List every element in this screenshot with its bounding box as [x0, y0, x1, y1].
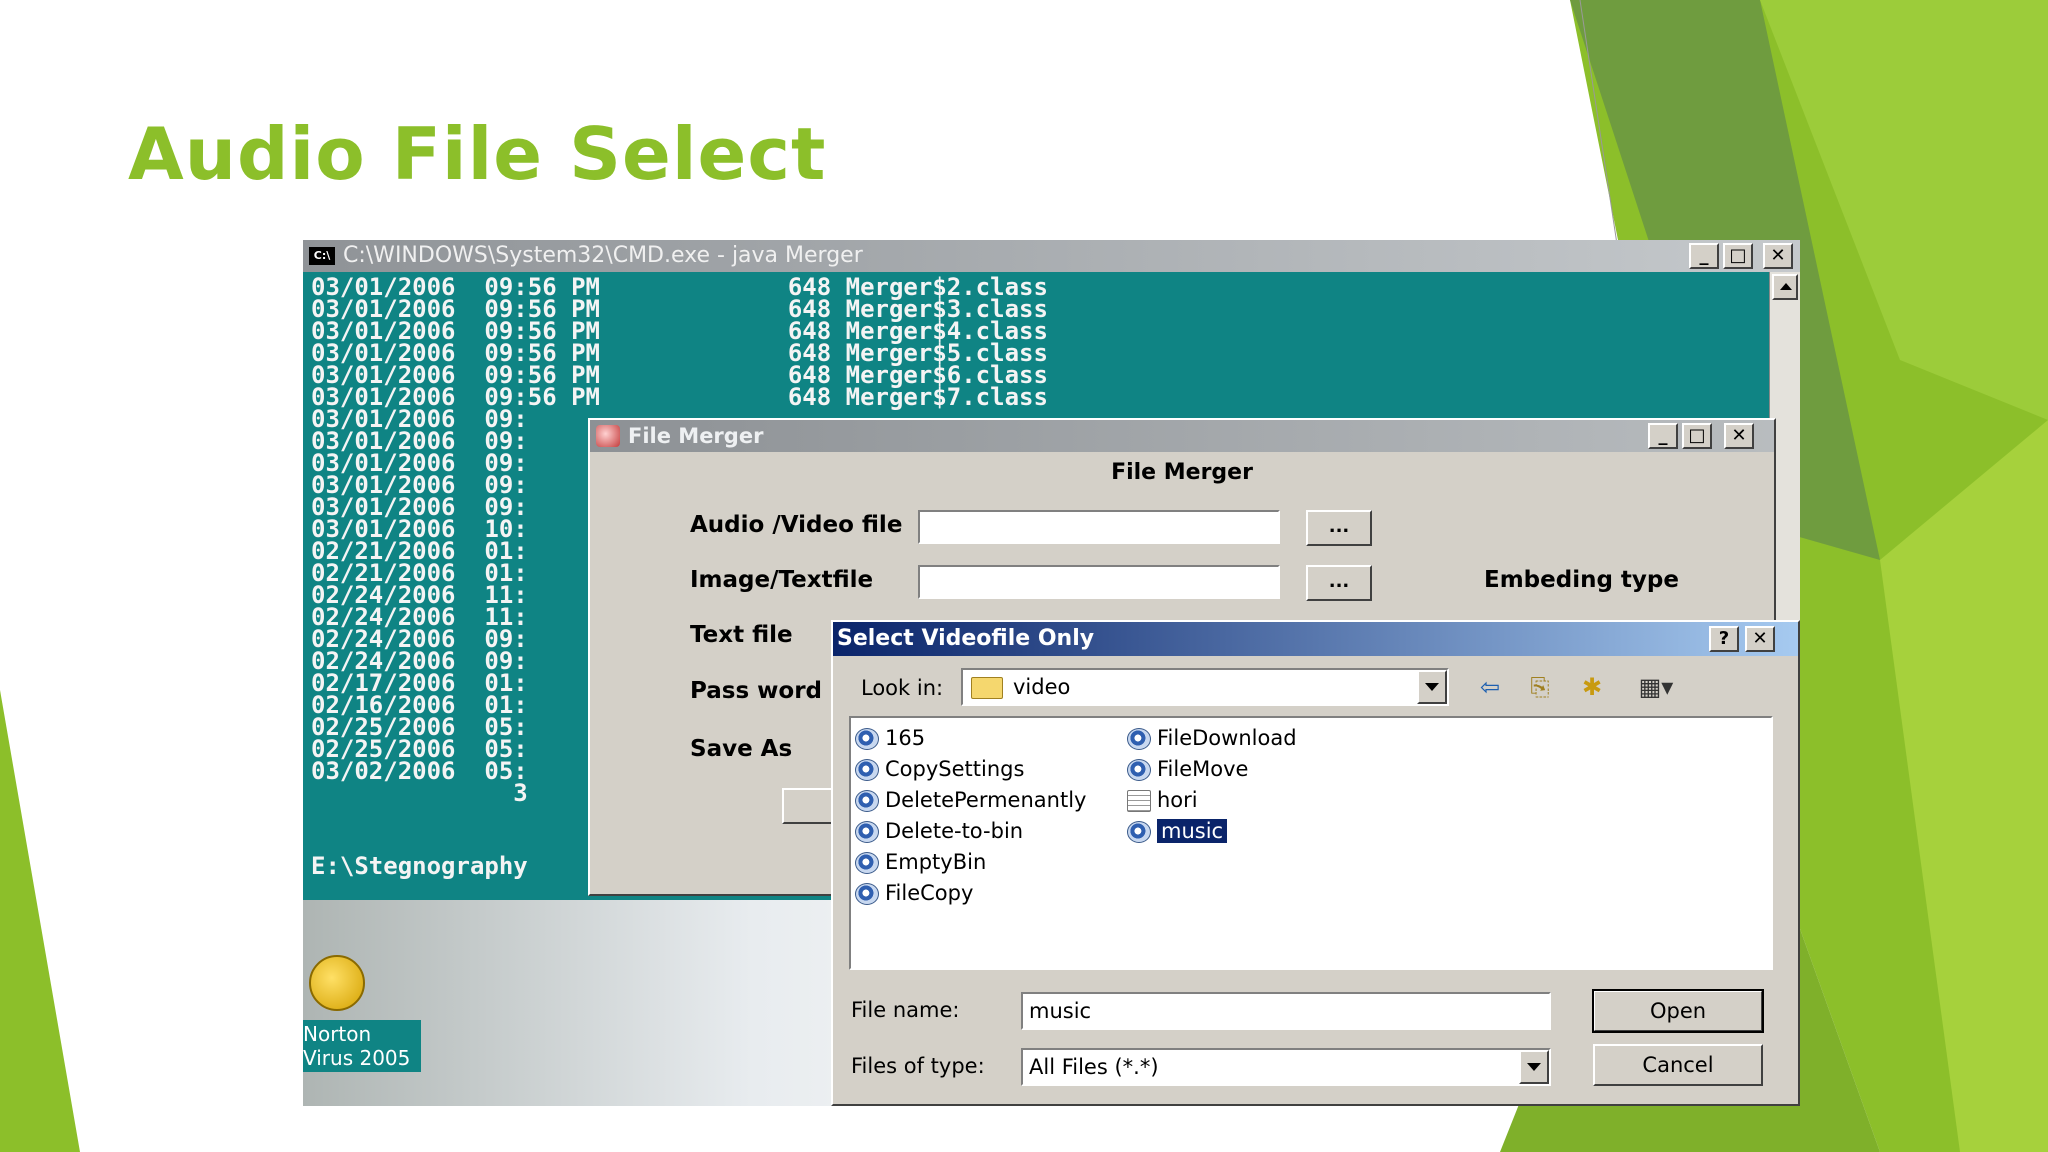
open-button[interactable]: Open	[1592, 989, 1764, 1033]
merger-title-bar[interactable]: File Merger _ □ ✕	[590, 420, 1774, 452]
file-list-item-label: CopySettings	[885, 757, 1025, 781]
media-file-icon	[855, 790, 879, 812]
cmd-maximize-button[interactable]: □	[1723, 243, 1753, 269]
slide-title: Audio File Select	[128, 112, 827, 196]
file-list-item-label: FileMove	[1157, 757, 1249, 781]
file-list-item[interactable]: DeletePermenantly	[855, 786, 1086, 814]
file-list-item[interactable]: music	[1127, 817, 1228, 845]
media-file-icon	[855, 821, 879, 843]
cmd-title: C:\WINDOWS\System32\CMD.exe - java Merge…	[343, 243, 863, 268]
file-list-item-label: FileDownload	[1157, 726, 1297, 750]
audio-video-browse-button[interactable]: ...	[1306, 510, 1372, 546]
merger-maximize-button[interactable]: □	[1682, 423, 1712, 449]
merger-title: File Merger	[628, 424, 764, 448]
dialog-title: Select Videofile Only	[837, 626, 1095, 651]
audio-video-input[interactable]	[918, 510, 1280, 544]
files-of-type-dropdown[interactable]: All Files (*.*)	[1021, 1048, 1551, 1086]
desktop-icon-label-line1: Norton	[303, 1022, 372, 1046]
desktop-icon-label-line2: Virus 2005	[303, 1046, 411, 1070]
file-name-value: music	[1029, 999, 1092, 1023]
media-file-icon	[855, 759, 879, 781]
chevron-down-icon[interactable]	[1519, 1050, 1549, 1084]
new-folder-icon[interactable]: ✱	[1575, 672, 1609, 702]
save-as-label: Save As	[690, 736, 793, 762]
file-name-input[interactable]: music	[1021, 992, 1551, 1030]
file-list-item[interactable]: EmptyBin	[855, 848, 986, 876]
files-of-type-label: Files of type:	[851, 1054, 985, 1078]
look-in-dropdown[interactable]: video	[961, 668, 1449, 706]
file-list-item-label: hori	[1157, 788, 1198, 812]
file-list-item[interactable]: 165	[855, 724, 925, 752]
scroll-up-arrow-icon[interactable]	[1772, 274, 1798, 300]
merger-heading: File Merger	[1111, 460, 1253, 485]
look-in-label: Look in:	[861, 676, 944, 700]
embeding-type-label: Embeding type	[1484, 567, 1679, 593]
image-text-browse-button[interactable]: ...	[1306, 565, 1372, 601]
view-menu-icon[interactable]: ▦▾	[1629, 672, 1683, 702]
cmd-title-bar[interactable]: C:\ C:\WINDOWS\System32\CMD.exe - java M…	[303, 240, 1800, 272]
cmd-minimize-button[interactable]: _	[1689, 243, 1719, 269]
file-list[interactable]: 165 CopySettings DeletePermenantly Delete-t…	[849, 716, 1773, 970]
cancel-button[interactable]: Cancel	[1593, 1044, 1763, 1086]
file-list-item[interactable]: FileCopy	[855, 879, 973, 907]
file-list-item[interactable]: FileDownload	[1127, 724, 1297, 752]
merger-minimize-button[interactable]: _	[1648, 423, 1678, 449]
screenshot: C:\ C:\WINDOWS\System32\CMD.exe - java M…	[303, 240, 1800, 1106]
dialog-close-button[interactable]: ✕	[1745, 626, 1775, 652]
console-icon: C:\	[309, 247, 335, 265]
file-list-item[interactable]: Delete-to-bin	[855, 817, 1023, 845]
merger-close-button[interactable]: ✕	[1724, 423, 1754, 449]
files-of-type-value: All Files (*.*)	[1029, 1055, 1159, 1079]
file-list-item-label: music	[1157, 819, 1228, 843]
file-list-item-label: DeletePermenantly	[885, 788, 1087, 812]
media-file-icon	[855, 883, 879, 905]
dialog-help-button[interactable]: ?	[1709, 626, 1739, 652]
file-list-item-label: EmptyBin	[885, 850, 987, 874]
dialog-title-bar[interactable]: Select Videofile Only ? ✕	[833, 622, 1798, 656]
desktop-icon-label: Norton Virus 2005	[303, 1020, 421, 1072]
text-file-label: Text file	[690, 622, 793, 648]
file-list-item[interactable]: CopySettings	[855, 755, 1024, 783]
file-list-item-label: FileCopy	[885, 881, 974, 905]
media-file-icon	[1127, 759, 1151, 781]
file-name-label: File name:	[851, 998, 960, 1022]
media-file-icon	[1127, 728, 1151, 750]
image-text-input[interactable]	[918, 565, 1280, 599]
image-text-label: Image/Textfile	[690, 567, 874, 593]
cmd-close-button[interactable]: ✕	[1763, 243, 1793, 269]
media-file-icon	[855, 728, 879, 750]
text-file-icon	[1127, 790, 1151, 812]
folder-icon	[971, 677, 1003, 699]
stethoscope-icon	[309, 955, 365, 1011]
chevron-down-icon[interactable]	[1417, 670, 1447, 704]
select-file-dialog: Select Videofile Only ? ✕ Look in: video…	[831, 620, 1800, 1106]
file-list-item[interactable]: FileMove	[1127, 755, 1248, 783]
back-arrow-icon[interactable]: ⇦	[1473, 672, 1507, 702]
java-app-icon	[596, 425, 620, 447]
audio-video-label: Audio /Video file	[690, 512, 903, 538]
cmd-prompt: E:\Stegnography	[311, 852, 528, 880]
password-label: Pass word	[690, 678, 823, 704]
file-list-item-label: Delete-to-bin	[885, 819, 1024, 843]
media-file-icon	[855, 852, 879, 874]
look-in-value: video	[1013, 675, 1071, 699]
media-file-icon	[1127, 821, 1151, 843]
up-folder-icon[interactable]: ⎘	[1523, 672, 1557, 702]
file-list-item[interactable]: hori	[1127, 786, 1198, 814]
file-list-item-label: 165	[885, 726, 926, 750]
